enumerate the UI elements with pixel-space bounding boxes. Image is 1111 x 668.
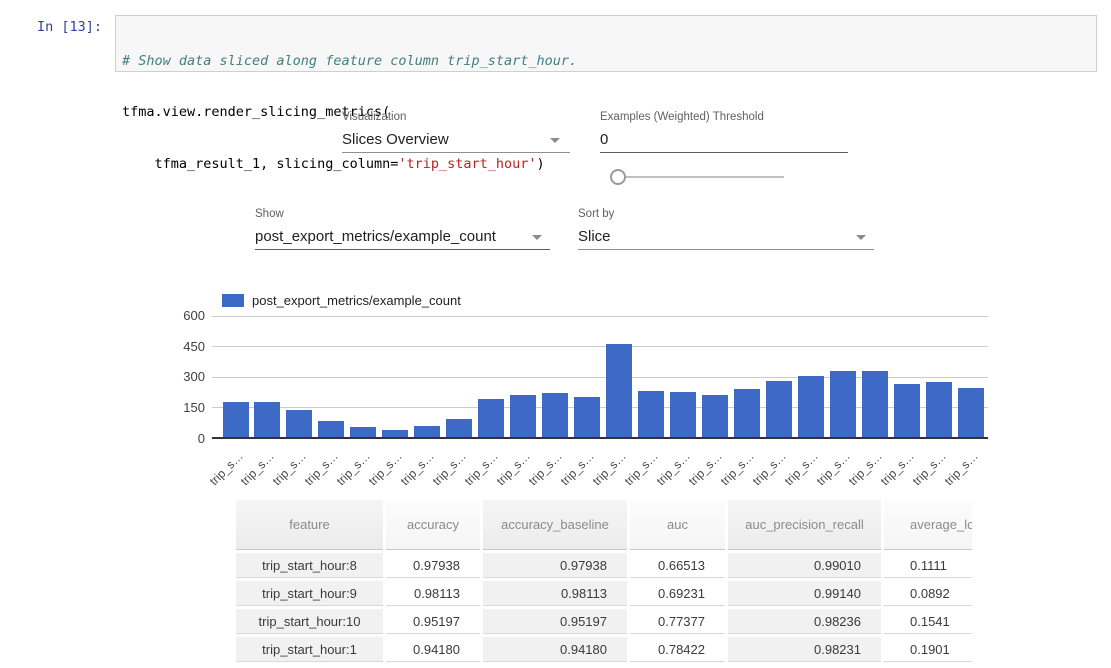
- y-axis-tick-label: 150: [160, 400, 205, 415]
- visualization-label: Visualization: [342, 111, 406, 123]
- x-axis-line: [212, 437, 988, 439]
- legend-swatch: [222, 294, 244, 307]
- threshold-slider-track[interactable]: [614, 176, 784, 178]
- threshold-label: Examples (Weighted) Threshold: [600, 111, 764, 123]
- metrics-table: featureaccuracyaccuracy_baselineaucauc_p…: [236, 500, 972, 668]
- table-cell: 0.97938: [483, 553, 627, 578]
- cell-prompt: In [13]:: [37, 19, 102, 35]
- table-cell: 0.69231: [630, 581, 725, 606]
- show-select[interactable]: post_export_metrics/example_count: [255, 228, 496, 245]
- table-header-cell-accuracy[interactable]: accuracy: [386, 500, 480, 550]
- chart-bar-8[interactable]: [478, 399, 504, 439]
- table-cell: 0.95197: [483, 609, 627, 634]
- table-cell: 0.78422: [630, 637, 725, 662]
- chevron-down-icon[interactable]: [532, 235, 542, 240]
- chart-bar-0[interactable]: [223, 402, 249, 439]
- chart-bar-19[interactable]: [830, 371, 856, 439]
- chart-bar-20[interactable]: [862, 371, 888, 439]
- chart-bar-12[interactable]: [606, 344, 632, 439]
- chart-bar-17[interactable]: [766, 381, 792, 439]
- code-line-comment: # Show data sliced along feature column …: [122, 53, 1090, 70]
- y-axis-tick-label: 450: [160, 339, 205, 354]
- sortby-underline: [578, 249, 874, 250]
- chevron-down-icon[interactable]: [856, 235, 866, 240]
- chart-bar-23[interactable]: [958, 388, 984, 439]
- table-row-0[interactable]: trip_start_hour:80.979380.979380.665130.…: [236, 553, 972, 578]
- table-row-3[interactable]: trip_start_hour:10.941800.941800.784220.…: [236, 637, 972, 662]
- table-cell: 0.1111: [884, 553, 972, 578]
- table-cell: 0.0892: [884, 581, 972, 606]
- threshold-underline: [600, 152, 848, 153]
- threshold-slider-thumb[interactable]: [610, 169, 626, 185]
- table-cell: trip_start_hour:10: [236, 609, 383, 634]
- table-cell: trip_start_hour:8: [236, 553, 383, 578]
- chart-bar-7[interactable]: [446, 419, 472, 439]
- chevron-down-icon[interactable]: [550, 138, 560, 143]
- table-cell: 0.95197: [386, 609, 480, 634]
- sortby-select[interactable]: Slice: [578, 228, 611, 245]
- table-row-1[interactable]: trip_start_hour:90.981130.981130.692310.…: [236, 581, 972, 606]
- table-cell: 0.97938: [386, 553, 480, 578]
- table-cell: 0.98113: [483, 581, 627, 606]
- chart-bar-21[interactable]: [894, 384, 920, 439]
- legend-label: post_export_metrics/example_count: [252, 293, 461, 308]
- chart-bar-2[interactable]: [286, 410, 312, 439]
- table-cell: 0.77377: [630, 609, 725, 634]
- table-cell: trip_start_hour:1: [236, 637, 383, 662]
- table-cell: 0.99140: [728, 581, 881, 606]
- visualization-select[interactable]: Slices Overview: [342, 131, 449, 148]
- show-label: Show: [255, 208, 284, 220]
- chart-bar-16[interactable]: [734, 389, 760, 439]
- chart-bar-11[interactable]: [574, 397, 600, 439]
- code-line-3: tfma_result_1, slicing_column='trip_star…: [122, 156, 1090, 173]
- bar-chart: [212, 316, 988, 439]
- chart-bar-10[interactable]: [542, 393, 568, 439]
- y-axis-tick-label: 0: [160, 431, 205, 446]
- code-input[interactable]: # Show data sliced along feature column …: [115, 15, 1097, 72]
- sortby-label: Sort by: [578, 208, 614, 220]
- table-cell: 0.1901: [884, 637, 972, 662]
- chart-bar-1[interactable]: [254, 402, 280, 439]
- table-cell: 0.98236: [728, 609, 881, 634]
- visualization-underline: [342, 152, 570, 153]
- y-axis-tick-label: 600: [160, 308, 205, 323]
- y-axis-tick-label: 300: [160, 369, 205, 384]
- show-underline: [255, 249, 550, 250]
- chart-bar-15[interactable]: [702, 395, 728, 439]
- chart-bar-14[interactable]: [670, 392, 696, 439]
- table-row-2[interactable]: trip_start_hour:100.951970.951970.773770…: [236, 609, 972, 634]
- table-cell: trip_start_hour:9: [236, 581, 383, 606]
- table-cell: 0.99010: [728, 553, 881, 578]
- table-cell: 0.98231: [728, 637, 881, 662]
- table-cell: 0.98113: [386, 581, 480, 606]
- table-cell: 0.94180: [386, 637, 480, 662]
- gridline: [212, 346, 988, 347]
- chart-bar-18[interactable]: [798, 376, 824, 439]
- gridline: [212, 316, 988, 317]
- chart-bar-9[interactable]: [510, 395, 536, 439]
- chart-bar-13[interactable]: [638, 391, 664, 439]
- table-cell: 0.66513: [630, 553, 725, 578]
- threshold-input[interactable]: 0: [600, 131, 608, 148]
- table-cell: 0.94180: [483, 637, 627, 662]
- notebook-page: In [13]: # Show data sliced along featur…: [0, 0, 1111, 668]
- chart-bar-22[interactable]: [926, 382, 952, 439]
- table-cell: 0.1541: [884, 609, 972, 634]
